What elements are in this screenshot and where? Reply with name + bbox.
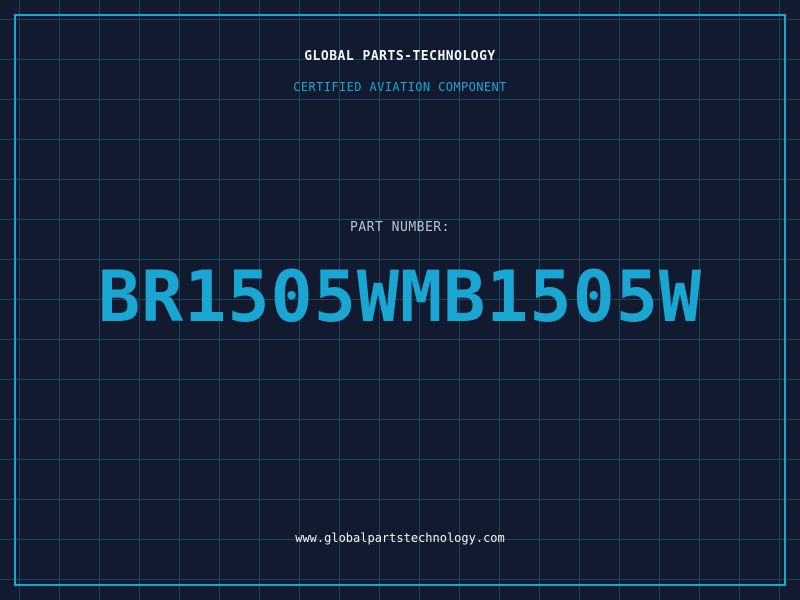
website-link[interactable]: www.globalpartstechnology.com: [0, 531, 800, 545]
part-number-value: BR1505WMB1505W: [97, 256, 702, 338]
part-number-label: PART NUMBER:: [350, 220, 450, 235]
subtitle: CERTIFIED AVIATION COMPONENT: [293, 80, 507, 94]
brand-title: GLOBAL PARTS-TECHNOLOGY: [304, 49, 496, 64]
